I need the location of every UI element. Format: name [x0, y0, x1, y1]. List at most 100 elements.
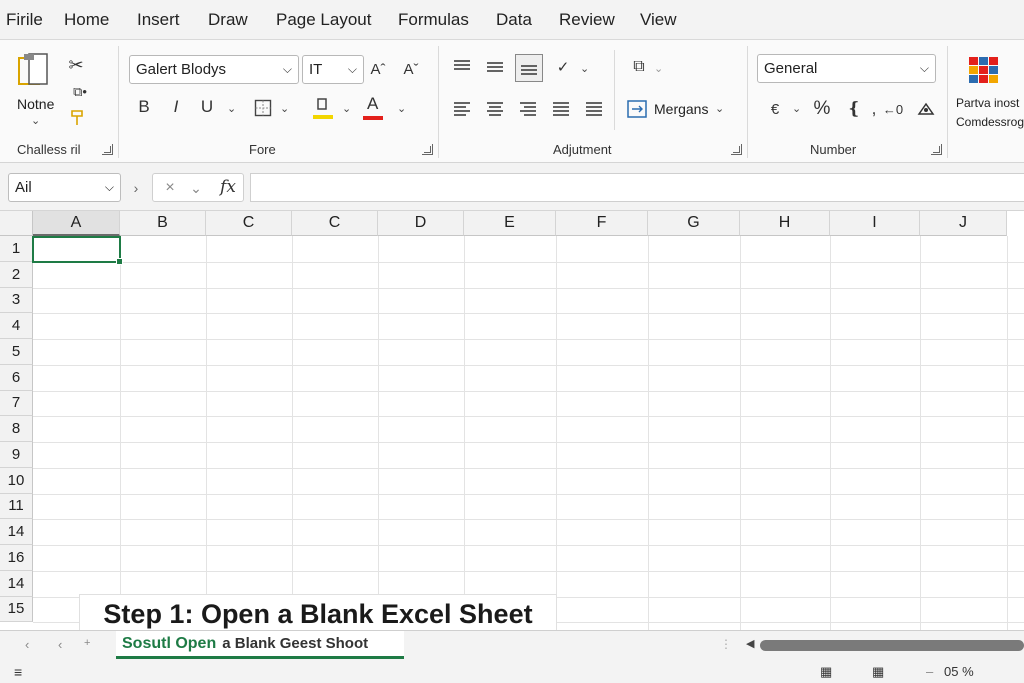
merge-label[interactable]: Mergans — [654, 101, 708, 117]
zoom-level[interactable]: 05 % — [944, 664, 974, 679]
column-header[interactable]: A — [33, 211, 120, 236]
paste-icon[interactable] — [14, 50, 54, 90]
underline-button[interactable]: U — [197, 96, 217, 118]
column-header[interactable]: G — [648, 211, 740, 236]
name-box[interactable]: Ail ⌵ — [8, 173, 121, 202]
font-color-icon[interactable]: A — [362, 94, 384, 120]
column-header[interactable]: B — [120, 211, 206, 236]
styles-label-line1[interactable]: Partva inost — [956, 96, 1019, 110]
column-header[interactable]: E — [464, 211, 556, 236]
fill-color-icon[interactable] — [312, 95, 334, 121]
first-sheet-icon[interactable]: ‹ — [25, 637, 29, 652]
sheet-tab[interactable]: Sosutl Open a Blank Geest Shoot — [116, 631, 404, 659]
increase-indent-icon[interactable] — [584, 98, 604, 120]
clipboard-launcher-icon[interactable] — [102, 144, 113, 155]
align-top-icon[interactable] — [452, 56, 472, 78]
page-layout-view-icon[interactable]: ▦ — [872, 664, 884, 680]
menu-page-layout[interactable]: Page Layout — [276, 10, 371, 30]
menu-formulas[interactable]: Formulas — [398, 10, 469, 30]
column-header[interactable]: J — [920, 211, 1007, 236]
column-header[interactable]: C — [206, 211, 292, 236]
row-header[interactable]: 11 — [0, 493, 33, 520]
row-header[interactable]: 7 — [0, 390, 33, 417]
row-header[interactable]: 8 — [0, 416, 33, 442]
wrap-text-icon[interactable]: ⧉ — [628, 56, 650, 78]
menu-data[interactable]: Data — [496, 10, 532, 30]
column-header[interactable]: I — [830, 211, 920, 236]
menu-draw[interactable]: Draw — [208, 10, 248, 30]
paste-label[interactable]: Notne — [17, 96, 54, 112]
row-header[interactable]: 4 — [0, 313, 33, 339]
orientation-icon[interactable]: ✓ — [552, 56, 574, 78]
menu-home[interactable]: Home — [64, 10, 109, 30]
column-header[interactable]: F — [556, 211, 648, 236]
insert-function-icon[interactable]: fx — [217, 176, 239, 198]
menu-file[interactable]: Firile — [6, 10, 43, 30]
styles-label-line2[interactable]: Comdessrog — [956, 115, 1024, 129]
align-right-icon[interactable] — [518, 98, 538, 120]
cut-icon[interactable]: ✂ — [64, 54, 88, 76]
number-format-combo[interactable]: General ⌵ — [757, 54, 936, 83]
currency-icon[interactable]: € — [765, 98, 785, 120]
row-header[interactable]: 16 — [0, 545, 33, 571]
zoom-out-icon[interactable]: – — [926, 664, 933, 679]
align-bottom-icon[interactable] — [515, 54, 543, 82]
font-name-combo[interactable]: Galert Blodyѕ ⌵ — [129, 55, 299, 84]
expand-icon[interactable]: › — [128, 179, 144, 197]
percent-icon[interactable]: % — [812, 98, 832, 120]
comma-style-icon[interactable]: ❴ — [844, 98, 864, 120]
row-header[interactable]: 15 — [0, 596, 33, 623]
align-middle-icon[interactable] — [485, 56, 505, 78]
menu-review[interactable]: Review — [559, 10, 615, 30]
number-launcher-icon[interactable] — [931, 144, 942, 155]
increase-decimal-icon[interactable]: ←0 — [882, 98, 904, 120]
font-size-combo[interactable]: IT ⌵ — [302, 55, 364, 84]
format-painter-icon[interactable] — [66, 108, 88, 128]
row-header[interactable]: 6 — [0, 364, 33, 391]
normal-view-icon[interactable]: ▦ — [820, 664, 832, 680]
column-header[interactable]: H — [740, 211, 830, 236]
prev-sheet-icon[interactable]: ‹ — [58, 637, 62, 652]
menu-insert[interactable]: Insert — [137, 10, 180, 30]
row-header[interactable]: 2 — [0, 261, 33, 288]
copy-icon[interactable]: ⧉• — [66, 82, 94, 102]
decrease-decimal-icon[interactable] — [914, 98, 938, 120]
menu-view[interactable]: View — [640, 10, 677, 30]
column-header[interactable]: C — [292, 211, 378, 236]
row-header[interactable]: 5 — [0, 339, 33, 365]
add-sheet-icon[interactable]: + — [84, 637, 90, 649]
row-header[interactable]: 14 — [0, 519, 33, 545]
font-color-chevron-down-icon[interactable]: ⌄ — [397, 102, 406, 115]
row-header[interactable]: 1 — [0, 236, 33, 262]
horizontal-scrollbar[interactable] — [760, 640, 1024, 651]
shrink-font-icon[interactable]: Aˇ — [401, 58, 421, 80]
enter-icon[interactable]: ⌄ — [187, 178, 205, 198]
borders-icon[interactable] — [252, 97, 274, 119]
align-left-icon[interactable] — [452, 98, 472, 120]
bold-button[interactable]: B — [134, 96, 154, 118]
alignment-launcher-icon[interactable] — [731, 144, 742, 155]
column-header[interactable]: D — [378, 211, 464, 236]
row-header[interactable]: 3 — [0, 287, 33, 314]
merge-chevron-down-icon[interactable]: ⌄ — [715, 102, 724, 115]
comma-separator-label[interactable]: , — [868, 98, 880, 120]
wrap-chevron-down-icon[interactable]: ⌄ — [654, 62, 663, 75]
paste-chevron-down-icon[interactable]: ⌄ — [31, 114, 40, 127]
tab-split-handle-icon[interactable]: ⋮ — [720, 637, 732, 651]
conditional-formatting-icon[interactable] — [966, 54, 1002, 88]
currency-chevron-down-icon[interactable]: ⌄ — [792, 102, 801, 115]
status-menu-icon[interactable]: ≡ — [14, 664, 22, 680]
scroll-left-icon[interactable]: ◀ — [746, 637, 754, 650]
row-header[interactable]: 9 — [0, 442, 33, 468]
decrease-indent-icon[interactable] — [551, 98, 571, 120]
row-header[interactable]: 14 — [0, 570, 33, 597]
grow-font-icon[interactable]: Aˆ — [368, 58, 388, 80]
underline-chevron-down-icon[interactable]: ⌄ — [227, 102, 236, 115]
font-launcher-icon[interactable] — [422, 144, 433, 155]
fill-color-chevron-down-icon[interactable]: ⌄ — [342, 102, 351, 115]
cancel-icon[interactable]: × — [161, 178, 179, 198]
active-cell[interactable] — [32, 236, 123, 265]
row-header[interactable]: 10 — [0, 467, 33, 494]
italic-button[interactable]: I — [166, 96, 186, 118]
select-all-corner[interactable] — [0, 211, 33, 236]
